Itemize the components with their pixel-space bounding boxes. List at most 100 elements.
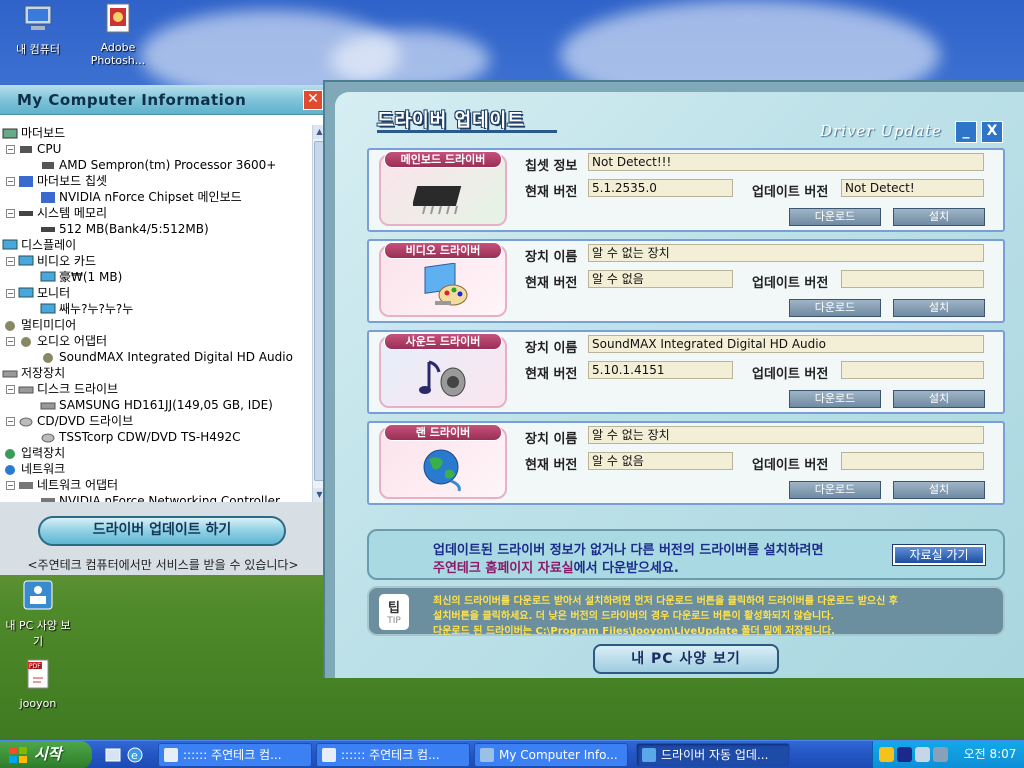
tree-leaf-cpu[interactable]: AMD Sempron(tm) Processor 3600+ bbox=[40, 157, 276, 173]
update-version-label: 업데이트 버전 bbox=[752, 458, 829, 473]
minimize-button[interactable]: _ bbox=[955, 121, 977, 143]
tree-node-cd-dvd[interactable]: − CD/DVD 드라이브 bbox=[6, 413, 133, 429]
info-window-close-button[interactable]: ✕ bbox=[303, 90, 323, 110]
tree-leaf-monitor[interactable]: 쌔누?누?누?누 bbox=[40, 301, 133, 317]
tree-leaf-video-card[interactable]: 豪₩(1 MB) bbox=[40, 269, 122, 285]
tree-leaf-disk[interactable]: SAMSUNG HD161JJ(149,05 GB, IDE) bbox=[40, 397, 273, 413]
taskbar: 시작 e :::::: 주연테크 컴... :::::: 주연테크 컴... M… bbox=[0, 740, 1024, 768]
tip-line-3: 다운로드 된 드라이버는 C:\Program Files\Jooyon\Liv… bbox=[433, 626, 835, 637]
go-to-library-button[interactable]: 자료실 가기 bbox=[892, 544, 986, 566]
message-box: 업데이트된 드라이버 정보가 없거나 다른 버전의 드라이버를 설치하려면 주연… bbox=[367, 529, 1005, 580]
tree-node-disk-drive[interactable]: − 디스크 드라이브 bbox=[6, 381, 118, 397]
tree-node-video-card[interactable]: − 비디오 카드 bbox=[6, 253, 96, 269]
display-icon bbox=[2, 239, 18, 250]
tree-node-motherboard[interactable]: 마더보드 bbox=[2, 125, 65, 141]
tree-leaf-cd-dvd[interactable]: TSSTcorp CDW/DVD TS-H492C bbox=[40, 429, 241, 445]
task-label: 드라이버 자동 업데... bbox=[661, 748, 769, 762]
tree-node-network-adapter[interactable]: − 네트워크 어댑터 bbox=[6, 477, 118, 493]
collapse-icon[interactable]: − bbox=[6, 257, 15, 266]
collapse-icon[interactable]: − bbox=[6, 145, 15, 154]
download-button[interactable]: 다운로드 bbox=[789, 299, 881, 317]
driver-update-icon bbox=[642, 748, 656, 762]
clock[interactable]: 오전 8:07 bbox=[959, 741, 1021, 768]
tree-leaf-memory[interactable]: 512 MB(Bank4/5:512MB) bbox=[40, 221, 209, 237]
start-label: 시작 bbox=[34, 745, 62, 763]
tree-node-multimedia[interactable]: 멀티미디어 bbox=[2, 317, 76, 333]
chipset-info-label: 칩셋 정보 bbox=[525, 159, 578, 174]
taskbar-task-active[interactable]: 드라이버 자동 업데... bbox=[636, 743, 790, 767]
speaker-icon bbox=[5, 321, 15, 331]
show-desktop-icon[interactable] bbox=[104, 746, 122, 764]
collapse-icon[interactable]: − bbox=[6, 481, 15, 490]
tree-leaf-audio[interactable]: SoundMAX Integrated Digital HD Audio bbox=[40, 349, 293, 365]
internet-explorer-icon[interactable]: e bbox=[126, 746, 144, 764]
update-version-field bbox=[841, 452, 984, 470]
collapse-icon[interactable]: − bbox=[6, 177, 15, 186]
cd-drive-icon bbox=[19, 417, 33, 427]
tip-icon-sub: TIP bbox=[387, 616, 401, 626]
chip-icon bbox=[20, 146, 32, 153]
tree-node-memory[interactable]: − 시스템 메모리 bbox=[6, 205, 107, 221]
update-version-label: 업데이트 버전 bbox=[752, 276, 829, 291]
collapse-icon[interactable]: − bbox=[6, 417, 15, 426]
media-player-icon[interactable] bbox=[897, 747, 912, 762]
tree-node-network[interactable]: 네트워크 bbox=[2, 461, 65, 477]
desktop-icon-label: 내 PC 사양 보기 bbox=[5, 619, 71, 648]
tree-leaf-network-adapter[interactable]: NVIDIA nForce Networking Controller bbox=[40, 493, 280, 502]
volume-icon[interactable] bbox=[933, 747, 948, 762]
collapse-icon[interactable]: − bbox=[6, 289, 15, 298]
taskbar-task[interactable]: :::::: 주연테크 컴... bbox=[316, 743, 470, 767]
tree-node-storage[interactable]: 저장장치 bbox=[2, 365, 65, 381]
download-button[interactable]: 다운로드 bbox=[789, 481, 881, 499]
tree-node-cpu[interactable]: − CPU bbox=[6, 141, 61, 157]
service-note: <주연테크 컴퓨터에서만 서비스를 받을 수 있습니다> bbox=[27, 558, 299, 572]
taskbar-task[interactable]: :::::: 주연테크 컴... bbox=[158, 743, 312, 767]
computer-info-icon bbox=[480, 748, 494, 762]
tree-node-input[interactable]: 입력장치 bbox=[2, 445, 65, 461]
drive-icon bbox=[2, 370, 18, 378]
tree-node-audio-adapter[interactable]: − 오디오 어댑터 bbox=[6, 333, 107, 349]
desktop-icon-jooyon[interactable]: PDF jooyon bbox=[2, 658, 74, 710]
chip-icon bbox=[42, 162, 54, 169]
driver-update-button[interactable]: 드라이버 업데이트 하기 bbox=[38, 516, 286, 546]
desktop-icon-my-computer[interactable]: 내 컴퓨터 bbox=[2, 2, 74, 57]
tree-node-chipset[interactable]: − 마더보드 칩셋 bbox=[6, 173, 107, 189]
collapse-icon[interactable]: − bbox=[6, 337, 15, 346]
tree-node-display[interactable]: 디스플레이 bbox=[2, 237, 76, 253]
security-shield-icon[interactable] bbox=[879, 747, 894, 762]
network-status-icon[interactable] bbox=[915, 747, 930, 762]
monitor-palette-icon bbox=[424, 263, 468, 306]
install-button[interactable]: 설치 bbox=[893, 208, 985, 226]
browser-window-icon bbox=[322, 748, 336, 762]
desktop-icon-photoshop[interactable]: Adobe Photosh... bbox=[82, 2, 154, 67]
close-button[interactable]: X bbox=[981, 121, 1003, 143]
display-icon bbox=[18, 287, 34, 298]
board-icon bbox=[41, 192, 55, 203]
taskbar-task[interactable]: My Computer Info... bbox=[474, 743, 628, 767]
tree-leaf-chipset[interactable]: NVIDIA nForce Chipset 메인보드 bbox=[40, 189, 242, 205]
start-button[interactable]: 시작 bbox=[0, 741, 92, 768]
desktop-icon-label: jooyon bbox=[19, 697, 57, 710]
motherboard-icon bbox=[2, 128, 18, 139]
collapse-icon[interactable]: − bbox=[6, 385, 15, 394]
download-button[interactable]: 다운로드 bbox=[789, 390, 881, 408]
memory-icon bbox=[41, 227, 55, 232]
view-pc-spec-button[interactable]: 내 PC 사양 보기 bbox=[593, 644, 779, 674]
device-name-label: 장치 이름 bbox=[525, 250, 578, 265]
message-line-1: 업데이트된 드라이버 정보가 없거나 다른 버전의 드라이버를 설치하려면 bbox=[433, 543, 824, 558]
homepage-link[interactable]: 주연테크 홈페이지 자료실 bbox=[433, 561, 574, 576]
download-button[interactable]: 다운로드 bbox=[789, 208, 881, 226]
install-button[interactable]: 설치 bbox=[893, 390, 985, 408]
device-name-label: 장치 이름 bbox=[525, 341, 578, 356]
current-version-label: 현재 버전 bbox=[525, 458, 578, 473]
globe-icon bbox=[5, 465, 15, 475]
info-window-titlebar[interactable]: My Computer Information ✕ bbox=[0, 85, 326, 115]
panel-tag: 비디오 드라이버 bbox=[384, 242, 502, 259]
install-button[interactable]: 설치 bbox=[893, 481, 985, 499]
collapse-icon[interactable]: − bbox=[6, 209, 15, 218]
install-button[interactable]: 설치 bbox=[893, 299, 985, 317]
tree-node-monitor[interactable]: − 모니터 bbox=[6, 285, 70, 301]
network-adapter-icon bbox=[41, 498, 55, 502]
speaker-icon bbox=[21, 337, 31, 347]
desktop-icon-pc-spec[interactable]: 내 PC 사양 보기 bbox=[2, 578, 74, 649]
